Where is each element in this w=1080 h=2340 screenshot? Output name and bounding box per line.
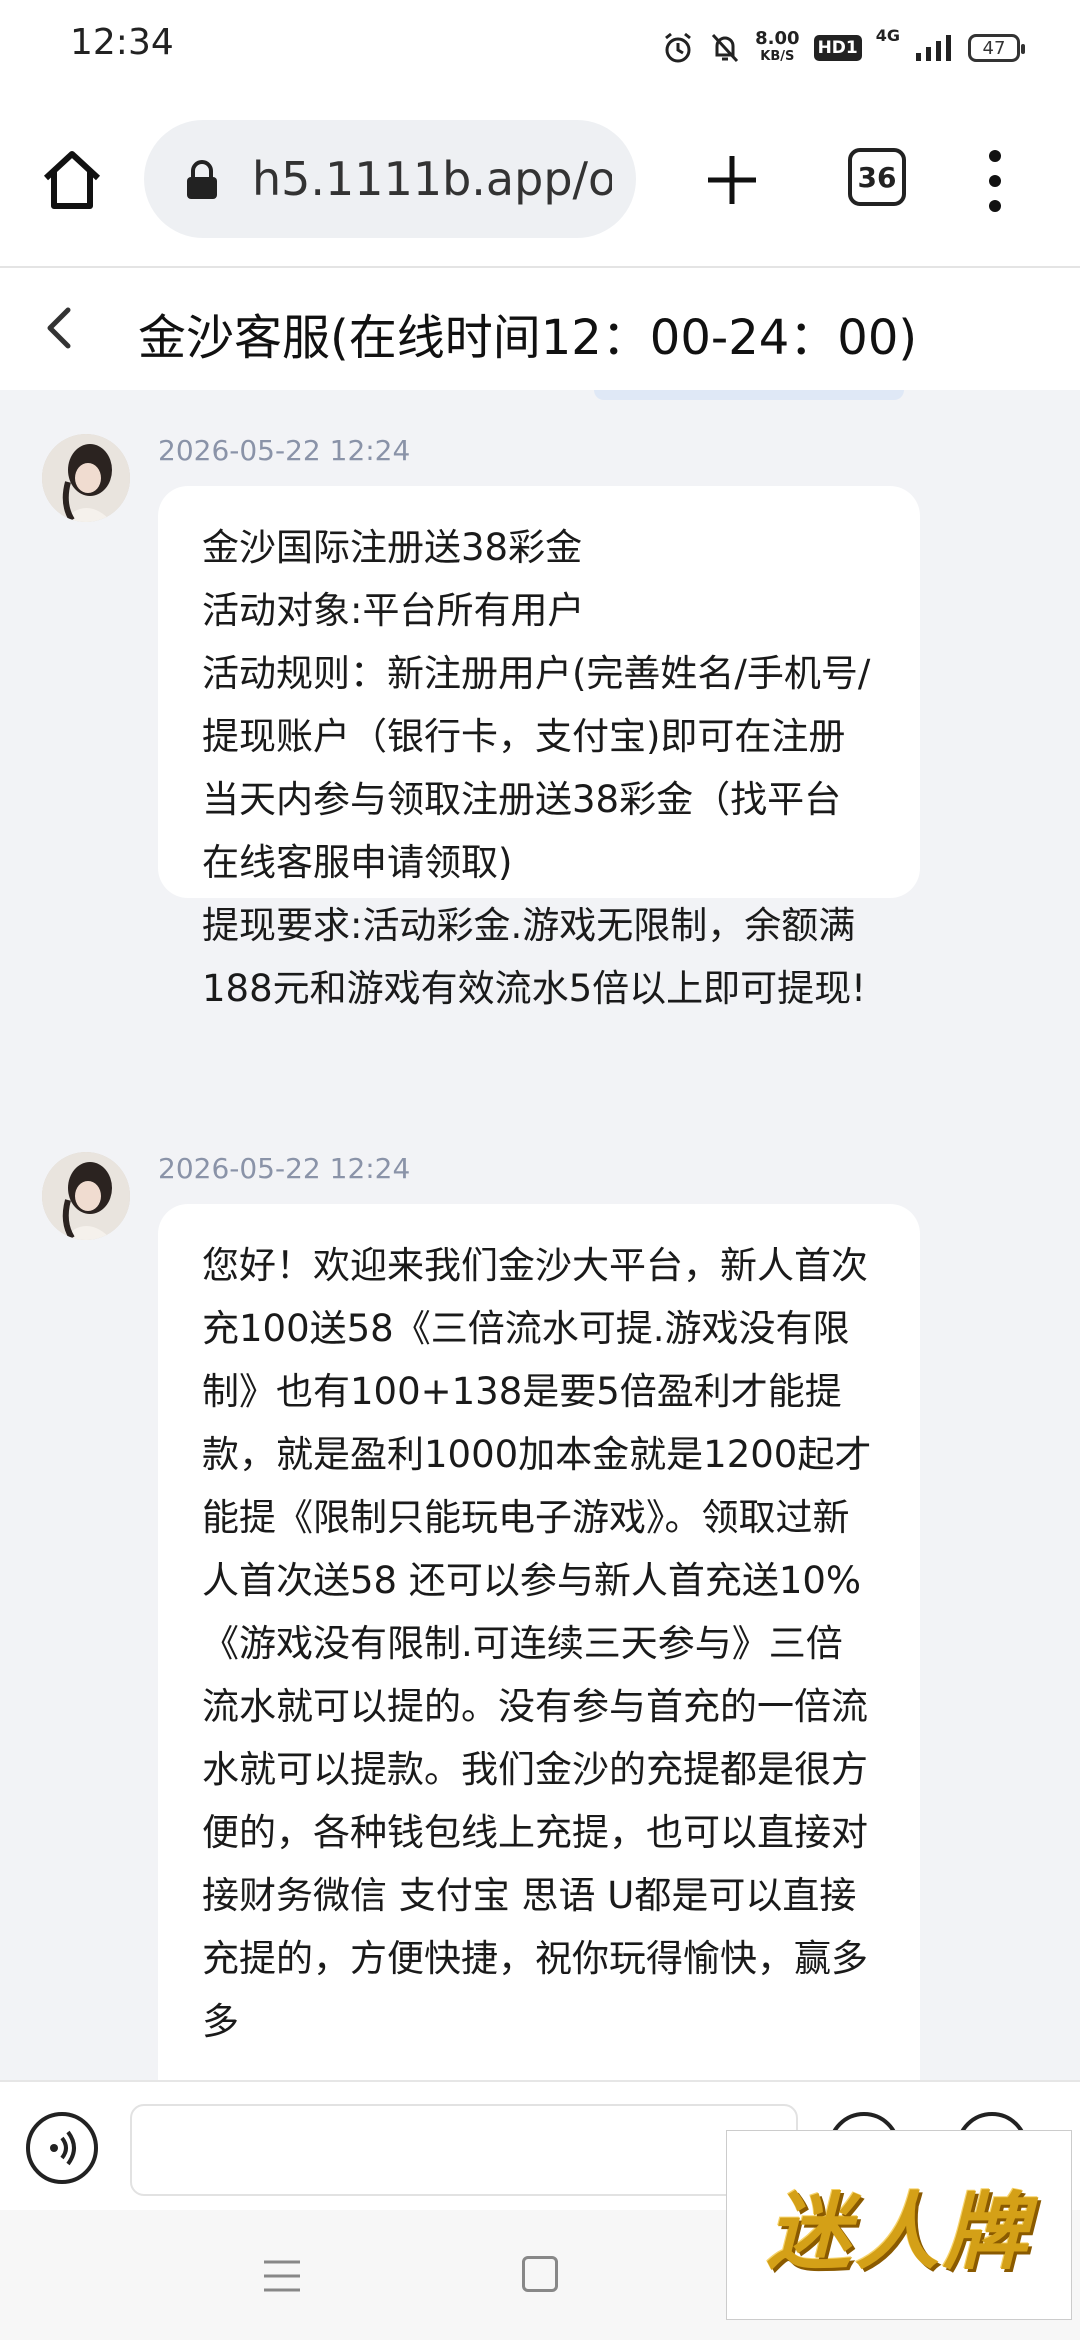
status-bar: 12:34 8.00 KB/S HD1 4G 47 bbox=[0, 0, 1080, 96]
message-bubble[interactable]: 您好！欢迎来我们金沙大平台，新人首次充100送58《三倍流水可提.游戏没有限制》… bbox=[158, 1204, 920, 2080]
message-bubble[interactable]: 金沙国际注册送38彩金 活动对象:平台所有用户 活动规则：新注册用户(完善姓名/… bbox=[158, 486, 920, 1010]
signal-icon bbox=[916, 35, 951, 61]
message-timestamp: 2026-05-22 12:24 bbox=[158, 1152, 411, 1185]
new-tab-plus-icon[interactable] bbox=[700, 148, 764, 212]
address-bar[interactable]: h5.1111b.app/or bbox=[144, 120, 636, 238]
status-time: 12:34 bbox=[70, 22, 174, 63]
hd-badge: HD1 bbox=[813, 35, 862, 61]
tab-count-button[interactable]: 36 bbox=[848, 148, 906, 206]
chevron-left-icon[interactable] bbox=[30, 298, 90, 358]
network-type: 4G bbox=[875, 26, 900, 45]
battery-icon: 47 bbox=[968, 34, 1025, 62]
lock-icon bbox=[187, 160, 217, 199]
voice-icon bbox=[50, 2130, 76, 2166]
avatar[interactable] bbox=[42, 434, 130, 522]
home-nav-icon[interactable] bbox=[522, 2256, 558, 2292]
avatar[interactable] bbox=[42, 1152, 130, 1240]
mute-bell-icon bbox=[712, 33, 739, 63]
message-list[interactable]: 2026-05-22 12:24 金沙国际注册送38彩金 活动对象:平台所有用户… bbox=[0, 390, 1080, 2080]
avatar-image bbox=[42, 434, 130, 522]
watermark-text: 迷人牌 bbox=[766, 2181, 1031, 2281]
scroll-indicator bbox=[594, 390, 904, 400]
message-input[interactable] bbox=[130, 2104, 798, 2196]
home-icon[interactable] bbox=[36, 144, 108, 216]
message-text: 您好！欢迎来我们金沙大平台，新人首次充100送58《三倍流水可提.游戏没有限制》… bbox=[202, 1244, 872, 2043]
status-icons: 8.00 KB/S HD1 4G 47 bbox=[661, 22, 1025, 74]
recent-apps-icon[interactable] bbox=[262, 2258, 302, 2294]
network-speed: 8.00 KB/S bbox=[755, 28, 800, 65]
more-vertical-icon[interactable] bbox=[980, 146, 1010, 216]
chat-header: 金沙客服(在线时间12：00-24：00) bbox=[0, 268, 1080, 390]
url-text: h5.1111b.app/or bbox=[252, 152, 612, 206]
alarm-icon bbox=[665, 32, 692, 63]
message-timestamp: 2026-05-22 12:24 bbox=[158, 434, 411, 467]
watermark: 迷人牌 bbox=[726, 2130, 1072, 2320]
avatar-image bbox=[42, 1152, 130, 1240]
message-text: 金沙国际注册送38彩金 活动对象:平台所有用户 活动规则：新注册用户(完善姓名/… bbox=[202, 526, 871, 1010]
chat-title: 金沙客服(在线时间12：00-24：00) bbox=[138, 310, 918, 366]
browser-toolbar: h5.1111b.app/or 36 bbox=[0, 96, 1080, 268]
voice-button[interactable] bbox=[26, 2112, 98, 2184]
